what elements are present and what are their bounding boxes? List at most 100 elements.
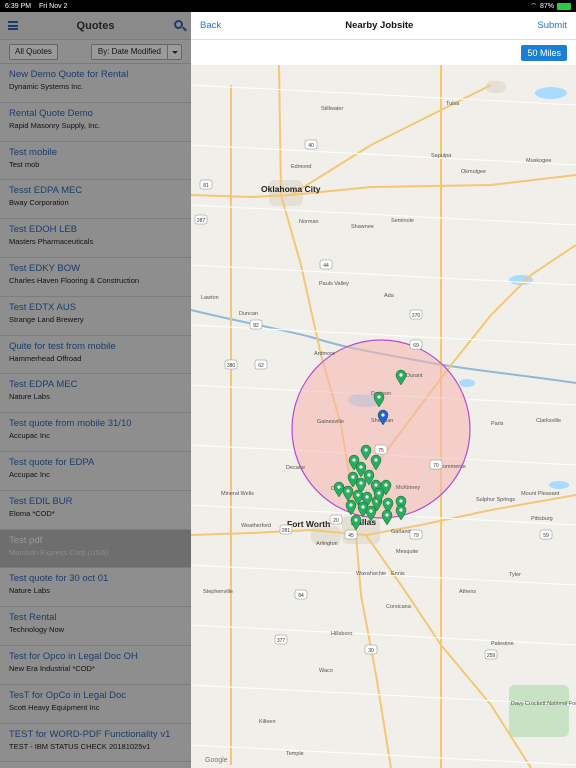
quote-customer: Dynamic Systems Inc. — [9, 82, 84, 91]
quote-list-item[interactable]: Test mobile Test mob — [0, 142, 191, 181]
city-label: Stephenville — [203, 589, 233, 595]
minor-road — [191, 624, 576, 646]
quote-title: Test EDIL BUR — [9, 495, 73, 507]
quote-list: New Demo Quote for Rental Dynamic Systems… — [0, 64, 191, 763]
highway-shield-label: 75 — [378, 448, 384, 454]
highway-shield-label: 84 — [298, 593, 304, 599]
highway-shield-label: 82 — [253, 323, 259, 329]
city-label: Mesquite — [396, 549, 418, 555]
quote-customer: Scott Heavy Equipment Inc — [9, 702, 100, 712]
search-icon[interactable] — [174, 20, 183, 29]
sort-label: By: Date Modified — [97, 46, 161, 56]
quote-list-item[interactable]: Test EDOH LEB Masters Pharmaceuticals — [0, 219, 191, 258]
quote-customer: Charles Haven Flooring & Construction — [9, 275, 140, 285]
wifi-icon: ⌔ — [530, 2, 537, 10]
city-label: Arlington — [316, 541, 338, 547]
quote-customer: TEST - IBM STATUS CHECK 20181025v1 — [9, 741, 151, 751]
map-view[interactable]: Oklahoma City Fort Worth Dallas Tulsa Stillw… — [191, 65, 576, 768]
highway-shield-label: 45 — [348, 533, 354, 539]
quote-title: Quite for test from mobile — [9, 340, 116, 352]
city-label: Duncan — [239, 311, 258, 317]
city-label: Norman — [299, 219, 319, 225]
hamburger-menu-icon[interactable] — [8, 21, 18, 30]
city-label: Decatur — [286, 465, 305, 471]
quote-title: TesT for OpCo in Legal Doc — [9, 689, 127, 701]
lake — [459, 379, 475, 387]
city-label: Seminole — [391, 218, 414, 224]
quote-list-item[interactable]: Tesst EDPA MEC Bway Corporation — [0, 180, 191, 220]
quote-list-item[interactable]: Test EDIL BUR Eloma *COD* — [0, 491, 191, 530]
city-label: Tulsa — [446, 101, 460, 107]
quote-title: TEST for WORD-PDF Functionality v1 — [9, 728, 171, 740]
city-label: Hillsboro — [331, 631, 352, 637]
quote-title: Test quote for EDPA — [9, 456, 95, 468]
highway — [290, 84, 492, 196]
highway-shield-label: 30 — [368, 648, 374, 654]
submit-button[interactable]: Submit — [537, 20, 567, 31]
battery-icon — [557, 2, 571, 10]
city-label: Durant — [406, 373, 423, 379]
quote-title: Test EDTX AUS — [9, 301, 77, 313]
quote-title: New Demo Quote for Rental — [9, 69, 129, 80]
city-label: Athens — [459, 589, 476, 595]
quote-title: Test quote from mobile 31/10 — [9, 418, 132, 430]
quotes-filter-bar: All Quotes By: Date Modified — [0, 40, 191, 64]
battery-percent: 87% — [539, 2, 554, 10]
radius-button[interactable]: 50 Miles — [521, 44, 567, 61]
all-quotes-button[interactable]: All Quotes — [9, 43, 58, 60]
sort-dropdown[interactable]: By: Date Modified — [90, 43, 182, 60]
minor-road — [191, 144, 576, 166]
minor-road — [191, 204, 576, 226]
city-label: McKinney — [396, 485, 420, 491]
minor-road — [191, 84, 576, 106]
quote-title: Tesst EDPA MEC — [9, 185, 83, 197]
map-canvas[interactable]: Oklahoma CityFort Worth DallasTulsaStillw… — [191, 65, 576, 768]
quotes-pane: Quotes All Quotes By: Date Modified New … — [0, 12, 191, 768]
chevron-down-icon — [167, 44, 181, 59]
quote-customer: Nature Labs — [9, 586, 50, 596]
city-label: Oklahoma City — [261, 184, 321, 194]
city-label: Stillwater — [321, 106, 343, 112]
quote-title: Test for Opco in Legal Doc OH — [9, 650, 138, 662]
city-label: Mount Pleasant — [521, 491, 560, 497]
quote-list-item[interactable]: Test for Opco in Legal Doc OH New Era Ind… — [0, 646, 191, 685]
quote-customer: Accupac Inc — [9, 431, 50, 441]
quote-list-item[interactable]: Test EDPA MEC Nature Labs — [0, 374, 191, 414]
quote-list-item[interactable]: TEST for WORD-PDF Functionality v1 TEST -… — [0, 724, 191, 763]
minor-road — [191, 264, 576, 286]
quote-customer: Accupac Inc — [9, 469, 50, 479]
quote-list-item[interactable]: Quite for test from mobile Hammerhead Off… — [0, 336, 191, 375]
quote-list-item[interactable]: New Demo Quote for Rental Dynamic Systems… — [0, 64, 191, 103]
quote-customer: New Era Industrial *COD* — [9, 663, 95, 673]
quote-list-item[interactable]: Test quote from mobile 31/10 Accupac Inc — [0, 413, 191, 452]
quote-customer: Hammerhead Offroad — [9, 353, 82, 363]
quote-list-item[interactable]: Test EDKY BOW Charles Haven Flooring & Co… — [0, 258, 191, 297]
quote-list-item[interactable]: Rental Quote Demo Rapid Masonry Supply, I… — [0, 103, 191, 142]
quote-customer: Masters Pharmaceuticals — [9, 237, 94, 247]
jobsite-pin[interactable] — [381, 509, 393, 526]
city-label: Ennis — [391, 571, 405, 577]
quote-customer: Eloma *COD* — [9, 508, 55, 518]
city-label: Temple — [286, 751, 304, 757]
quote-list-item[interactable]: Test pdf Morrison Express Corp (USA) — [0, 529, 191, 569]
quote-customer: Morrison Express Corp (USA) — [9, 547, 109, 557]
city-label: Killeen — [259, 719, 276, 725]
city-label: Ardmore — [314, 351, 335, 357]
back-button[interactable]: Back — [200, 20, 221, 31]
jobsite-pin[interactable] — [395, 504, 407, 521]
city-label: Waxahachie — [356, 571, 386, 577]
quote-list-item[interactable]: Test quote for 30 oct 01 Nature Labs — [0, 568, 191, 608]
quote-list-item[interactable]: Test EDTX AUS Strange Land Brewery — [0, 297, 191, 336]
city-label: Paris — [491, 421, 504, 427]
city-label: Ada — [384, 293, 395, 299]
highway — [191, 174, 576, 199]
city-label: Shawnee — [351, 224, 374, 230]
highway-shield-label: 259 — [487, 653, 496, 659]
quote-list-item[interactable]: TesT for OpCo in Legal Doc Scott Heavy Eq… — [0, 685, 191, 724]
quote-list-item[interactable]: Test Rental Technology Now — [0, 607, 191, 646]
forest-area — [509, 685, 569, 737]
city-label: Corsicana — [386, 604, 412, 610]
city-label: Waco — [319, 668, 333, 674]
quote-list-item[interactable]: Test quote for EDPA Accupac Inc — [0, 452, 191, 491]
quote-title: Test quote for 30 oct 01 — [9, 573, 109, 585]
